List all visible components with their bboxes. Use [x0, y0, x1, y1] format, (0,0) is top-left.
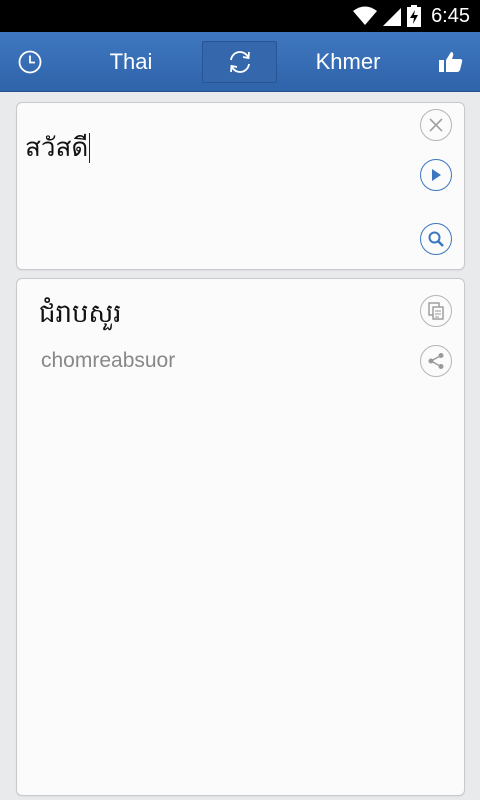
copy-button[interactable]	[420, 295, 452, 327]
source-language-selector[interactable]: Thai	[70, 32, 192, 92]
signal-icon	[383, 8, 402, 26]
share-icon	[428, 353, 444, 369]
input-panel: สวัสดี	[16, 102, 465, 270]
status-bar: 6:45	[0, 0, 480, 32]
rate-app-button[interactable]	[432, 44, 470, 80]
history-button[interactable]	[10, 43, 50, 81]
target-language-selector[interactable]: Khmer	[288, 32, 408, 92]
translation-text: ជំរាបសួរ	[39, 299, 122, 329]
status-time: 6:45	[431, 4, 470, 27]
swap-icon	[229, 51, 250, 73]
clear-button[interactable]	[420, 109, 452, 141]
source-text: สวัสดี	[25, 133, 89, 163]
copy-icon	[428, 302, 444, 320]
close-icon	[429, 118, 443, 132]
wifi-icon	[353, 6, 378, 25]
play-icon	[432, 169, 441, 181]
swap-languages-button[interactable]	[202, 41, 277, 83]
thumbs-up-icon	[439, 52, 463, 72]
transliteration-text: chomreabsuor	[41, 349, 176, 372]
text-cursor	[89, 132, 91, 163]
source-text-input[interactable]: สวัสดี	[25, 127, 91, 168]
search-icon	[428, 231, 444, 247]
clock-icon	[18, 50, 42, 74]
share-button[interactable]	[420, 345, 452, 377]
translate-button[interactable]	[420, 223, 452, 255]
app-bar: Thai Khmer	[0, 32, 480, 92]
battery-charging-icon	[407, 5, 422, 27]
speak-source-button[interactable]	[420, 159, 452, 191]
output-panel: ជំរាបសួរ chomreabsuor	[16, 278, 465, 796]
